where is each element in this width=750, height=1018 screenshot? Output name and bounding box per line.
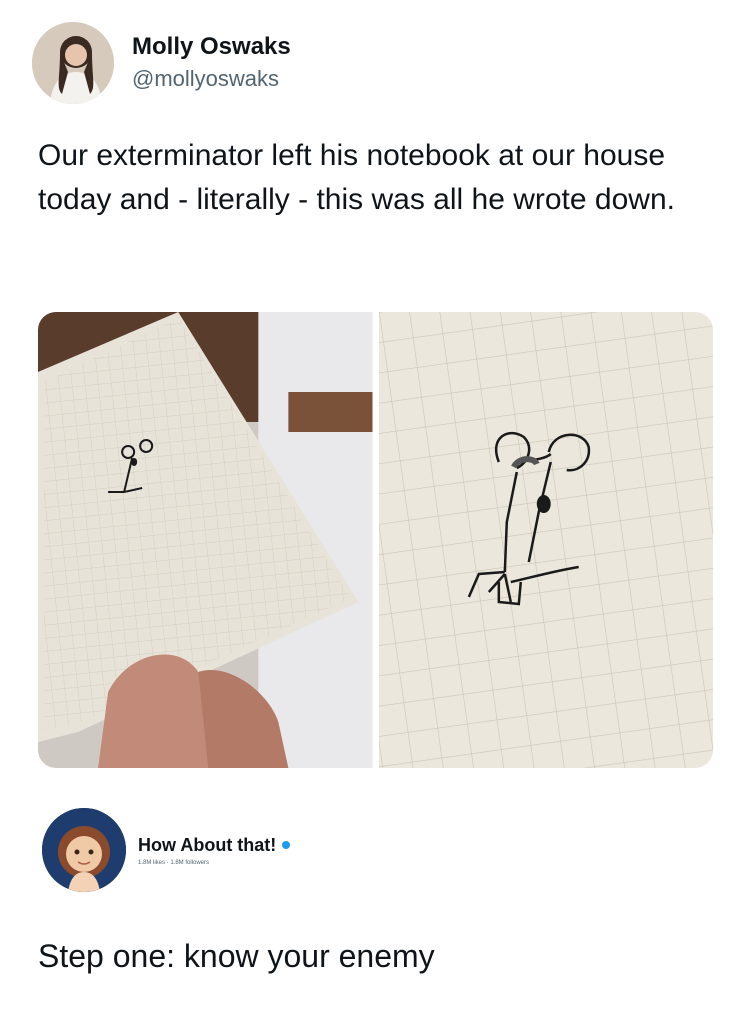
comment-author[interactable]: How About that! 1.8M likes · 1.8M follow… [42,808,291,892]
tweet-author[interactable]: Molly Oswaks @mollyoswaks [32,22,291,104]
mouse-drawing-closeup[interactable] [378,312,713,768]
brand-avatar[interactable] [42,808,126,892]
verified-dot-icon [282,841,291,849]
author-display-name[interactable]: Molly Oswaks [132,32,291,62]
brand-name[interactable]: How About that! [138,835,276,856]
comment-text: Step one: know your enemy [38,938,435,974]
author-handle[interactable]: @mollyoswaks [132,64,291,94]
tweet-media[interactable] [38,312,713,768]
author-avatar[interactable] [32,22,114,104]
brand-stats: 1.8M likes · 1.8M followers [138,859,210,866]
notebook-photo[interactable] [38,312,373,768]
tweet-text: Our exterminator left his notebook at ou… [38,139,675,216]
